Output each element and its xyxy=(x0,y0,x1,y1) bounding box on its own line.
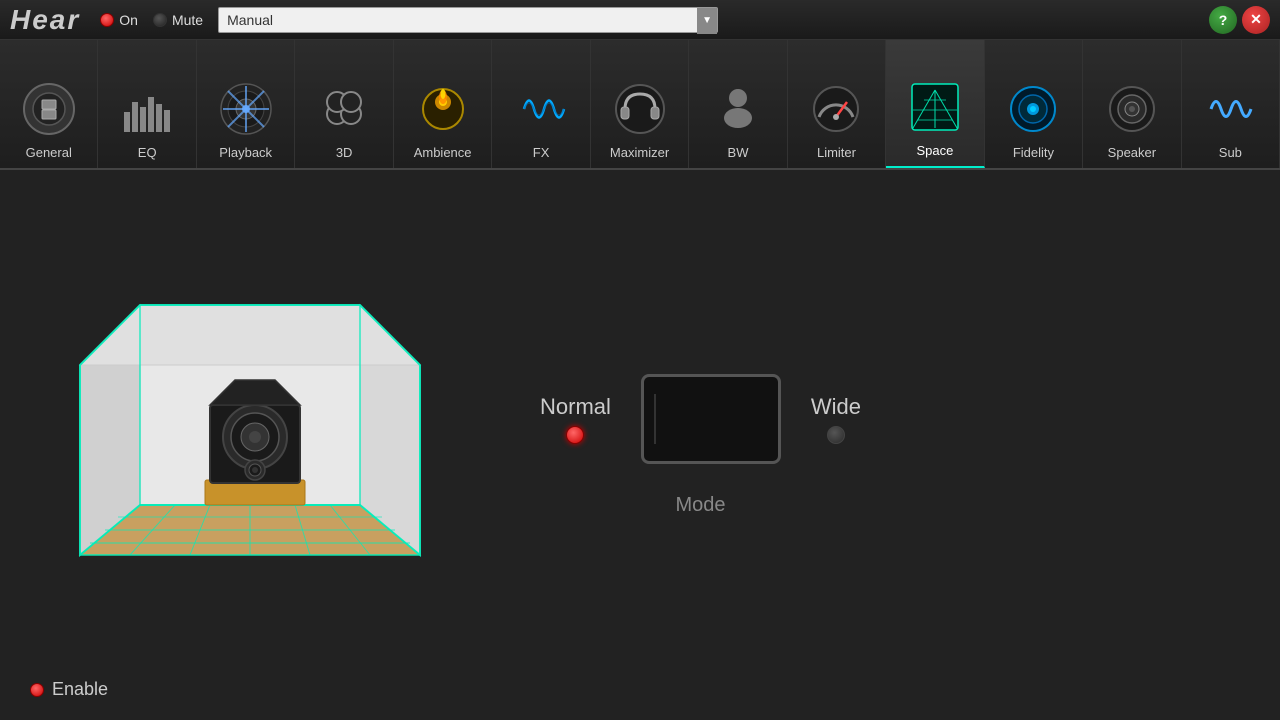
main-content: Normal Wide Mode Enable xyxy=(0,170,1280,720)
bw-icon xyxy=(706,77,770,141)
mute-button[interactable]: Mute xyxy=(153,12,203,28)
3d-icon xyxy=(312,77,376,141)
space-icon xyxy=(903,75,967,139)
tab-limiter-label: Limiter xyxy=(817,145,856,160)
tab-playback-label: Playback xyxy=(219,145,272,160)
on-indicator xyxy=(100,13,114,27)
mode-options-row: Normal Wide xyxy=(540,374,861,464)
tab-fidelity-label: Fidelity xyxy=(1013,145,1054,160)
playback-icon xyxy=(214,77,278,141)
app-logo: Hear xyxy=(10,4,80,36)
speaker-icon xyxy=(1100,77,1164,141)
on-label: On xyxy=(119,12,138,28)
enable-label: Enable xyxy=(52,679,108,700)
tab-ambience-label: Ambience xyxy=(414,145,472,160)
normal-mode-option[interactable]: Normal xyxy=(540,394,611,444)
sub-icon xyxy=(1198,77,1262,141)
mode-display-widget[interactable] xyxy=(641,374,781,464)
ambience-icon xyxy=(411,77,475,141)
tab-3d[interactable]: 3D xyxy=(295,40,393,168)
tab-ambience[interactable]: Ambience xyxy=(394,40,492,168)
header: Hear On Mute Manual ▼ ? ✕ xyxy=(0,0,1280,40)
tab-bw[interactable]: BW xyxy=(689,40,787,168)
tab-limiter[interactable]: Limiter xyxy=(788,40,886,168)
fidelity-icon xyxy=(1001,77,1065,141)
tab-space[interactable]: Space xyxy=(886,40,984,168)
fx-icon xyxy=(509,77,573,141)
tab-fx[interactable]: FX xyxy=(492,40,590,168)
on-button[interactable]: On xyxy=(100,12,138,28)
tab-playback[interactable]: Playback xyxy=(197,40,295,168)
tab-space-label: Space xyxy=(917,143,954,158)
wide-mode-option[interactable]: Wide xyxy=(811,394,861,444)
tab-fidelity[interactable]: Fidelity xyxy=(985,40,1083,168)
tab-general-label: General xyxy=(26,145,72,160)
dropdown-arrow-icon[interactable]: ▼ xyxy=(697,8,717,34)
tab-maximizer-label: Maximizer xyxy=(610,145,669,160)
header-controls: ? ✕ xyxy=(1209,6,1270,34)
general-icon xyxy=(17,77,81,141)
mute-label: Mute xyxy=(172,12,203,28)
tab-general[interactable]: General xyxy=(0,40,98,168)
eq-icon xyxy=(115,77,179,141)
tab-eq-label: EQ xyxy=(138,145,157,160)
normal-mode-indicator xyxy=(566,426,584,444)
close-button[interactable]: ✕ xyxy=(1242,6,1270,34)
tab-speaker[interactable]: Speaker xyxy=(1083,40,1181,168)
preset-value: Manual xyxy=(227,12,709,28)
tab-bw-label: BW xyxy=(728,145,749,160)
tab-sub[interactable]: Sub xyxy=(1182,40,1280,168)
wide-mode-indicator xyxy=(827,426,845,444)
wide-mode-label: Wide xyxy=(811,394,861,420)
tab-eq[interactable]: EQ xyxy=(98,40,196,168)
tab-maximizer[interactable]: Maximizer xyxy=(591,40,689,168)
mute-indicator xyxy=(153,13,167,27)
room-visualization xyxy=(60,285,440,605)
enable-row[interactable]: Enable xyxy=(30,679,108,700)
maximizer-icon xyxy=(608,77,672,141)
tab-bar: General EQ xyxy=(0,40,1280,170)
tab-3d-label: 3D xyxy=(336,145,353,160)
tab-fx-label: FX xyxy=(533,145,550,160)
enable-indicator xyxy=(30,683,44,697)
help-button[interactable]: ? xyxy=(1209,6,1237,34)
normal-mode-label: Normal xyxy=(540,394,611,420)
limiter-icon xyxy=(804,77,868,141)
tab-sub-label: Sub xyxy=(1219,145,1242,160)
mode-label-text: Mode xyxy=(676,494,726,517)
mode-controls: Normal Wide Mode xyxy=(540,374,861,517)
tab-speaker-label: Speaker xyxy=(1108,145,1156,160)
preset-dropdown[interactable]: Manual ▼ xyxy=(218,7,718,33)
